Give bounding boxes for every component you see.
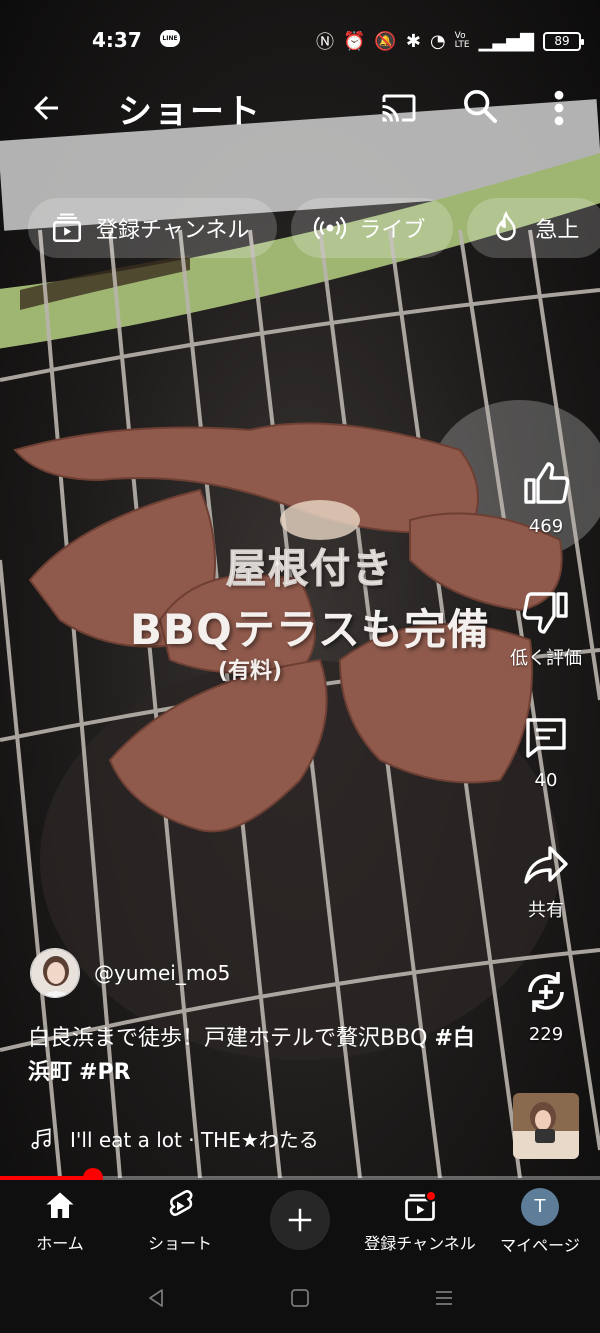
signal-icon: ▁▃▅▇	[478, 30, 534, 52]
system-back-icon[interactable]	[144, 1286, 168, 1310]
create-button[interactable]	[270, 1190, 330, 1250]
channel-avatar[interactable]	[30, 948, 80, 998]
trending-flame-icon	[496, 211, 517, 241]
comment-icon	[526, 718, 566, 758]
avatar-image	[31, 949, 79, 997]
nav-shorts[interactable]: ショート	[120, 1188, 240, 1254]
system-home-icon[interactable]	[288, 1286, 312, 1310]
page-title: ショート	[118, 92, 262, 132]
nav-home-label: ホーム	[36, 1234, 84, 1253]
thumb-down-icon	[522, 592, 568, 634]
top-app-bar: ショート	[0, 80, 600, 136]
chip-subscriptions[interactable]: 登録チャンネル	[28, 198, 278, 258]
nav-my-page-label: マイページ	[500, 1236, 580, 1255]
share-label: 共有	[528, 900, 564, 921]
music-note-icon	[31, 1127, 51, 1149]
caption-line-1: 屋根付き	[226, 546, 394, 593]
home-icon	[46, 1192, 74, 1218]
like-count: 469	[528, 516, 564, 537]
thumb-up-icon	[524, 462, 570, 504]
nav-shorts-label: ショート	[147, 1234, 212, 1253]
system-recents-icon[interactable]	[432, 1286, 456, 1310]
alarm-icon: ⏰	[343, 30, 366, 52]
nfc-icon: Ⓝ	[316, 32, 334, 53]
cast-icon[interactable]	[380, 90, 418, 126]
video-description[interactable]: 白良浜まで徒歩！戸建ホテルで贅沢BBQ #白浜町 #PR	[28, 1022, 488, 1090]
bluetooth-icon: ✱	[405, 30, 421, 52]
like-button[interactable]: 469	[500, 460, 592, 537]
status-bar: 4:37 LINE Ⓝ ⏰ 🔕 ✱ ◔ Vo LTE ▁▃▅▇ 89	[0, 0, 600, 80]
video-caption-overlay: 屋根付き BBQテラスも完備 (有料)	[70, 536, 550, 685]
channel-handle[interactable]: @yumei_mo5	[94, 961, 230, 985]
user-avatar: T	[521, 1188, 559, 1226]
channel-info[interactable]: @yumei_mo5	[30, 948, 230, 998]
chip-label: 急上	[535, 218, 580, 243]
volte-icon: Vo LTE	[454, 31, 470, 50]
chip-live[interactable]: ライブ	[291, 198, 454, 258]
nav-my-page[interactable]: T マイページ	[480, 1188, 600, 1256]
system-icons: Ⓝ ⏰ 🔕 ✱ ◔ Vo LTE ▁▃▅▇ 89	[316, 28, 584, 54]
system-navigation-bar	[0, 1264, 600, 1333]
music-thumbnail[interactable]	[513, 1093, 579, 1159]
nav-subscriptions-label: 登録チャンネル	[364, 1234, 476, 1253]
remix-count: 229	[528, 1024, 564, 1045]
nav-subscriptions[interactable]: 登録チャンネル	[355, 1188, 485, 1254]
mute-icon: 🔕	[374, 30, 397, 52]
bottom-navigation: ホーム ショート 登録チャンネル T マイページ	[0, 1180, 600, 1264]
line-notification-icon: LINE	[160, 30, 180, 47]
dislike-label: 低く評価	[510, 648, 582, 669]
clock: 4:37	[92, 28, 142, 52]
nav-home[interactable]: ホーム	[0, 1188, 120, 1254]
music-info[interactable]: I'll eat a lot · THE★わたる	[28, 1124, 319, 1153]
remix-button[interactable]: 229	[500, 968, 592, 1045]
more-vert-icon[interactable]	[548, 86, 570, 130]
chip-label: ライブ	[359, 218, 426, 243]
arrow-back-icon[interactable]	[28, 90, 64, 126]
search-icon[interactable]	[460, 86, 500, 126]
caption-line-2: BBQテラスも完備	[130, 605, 490, 654]
music-title: I'll eat a lot · THE★わたる	[70, 1128, 319, 1152]
live-icon	[314, 216, 347, 240]
notification-dot	[425, 1190, 437, 1202]
share-icon	[524, 846, 568, 884]
share-button[interactable]: 共有	[500, 840, 592, 922]
caption-line-3: (有料)	[217, 659, 283, 684]
comment-count: 40	[534, 770, 558, 791]
battery-icon: 89	[543, 31, 584, 51]
shorts-icon	[169, 1190, 193, 1216]
music-thumbnail-image	[513, 1093, 579, 1159]
filter-chips: 登録チャンネル ライブ 急上	[28, 198, 600, 258]
chip-label: 登録チャンネル	[96, 218, 250, 243]
plus-icon	[288, 1208, 312, 1232]
description-text: 白良浜まで徒歩！戸建ホテルで贅沢BBQ	[28, 1026, 435, 1051]
chip-trending[interactable]: 急上	[467, 198, 600, 258]
subscriptions-icon	[52, 213, 82, 243]
dislike-button[interactable]: 低く評価	[500, 588, 592, 670]
remix-icon	[528, 972, 564, 1012]
wifi-icon: ◔	[429, 30, 446, 52]
comments-button[interactable]: 40	[500, 714, 592, 791]
hashtag-pr[interactable]: #PR	[79, 1060, 131, 1085]
